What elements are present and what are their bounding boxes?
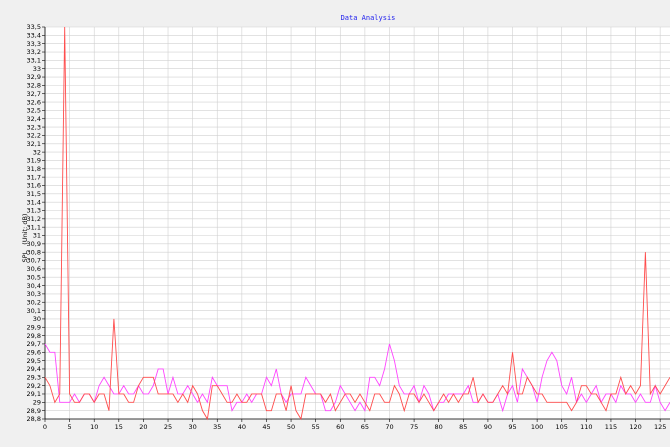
- x-tick-label: 15: [115, 423, 123, 431]
- y-tick-label: 30,3: [27, 290, 41, 298]
- y-tick-label: 32,9: [27, 73, 41, 81]
- y-tick-label: 30,6: [27, 265, 41, 273]
- y-tick-label: 32,3: [27, 123, 41, 131]
- plot-area: [45, 27, 670, 419]
- y-tick-label: 29,6: [27, 348, 41, 356]
- y-tick-label: 33,5: [27, 23, 41, 31]
- y-tick-label: 28,8: [27, 415, 41, 423]
- y-tick-label: 31,8: [27, 165, 41, 173]
- y-tick-label: 28,9: [27, 407, 41, 415]
- y-tick-label: 29,7: [27, 340, 41, 348]
- y-tick-label: 32,8: [27, 82, 41, 90]
- x-tick-label: 110: [580, 423, 592, 431]
- x-tick-label: 125: [654, 423, 666, 431]
- x-tick-label: 50: [287, 423, 295, 431]
- x-tick-label: 25: [164, 423, 172, 431]
- x-tick-label: 95: [508, 423, 516, 431]
- y-tick-label: 30,2: [27, 298, 41, 306]
- x-tick-label: 55: [312, 423, 320, 431]
- y-tick-label: 29,8: [27, 332, 41, 340]
- y-tick-label: 29,3: [27, 373, 41, 381]
- y-tick-label: 31: [33, 232, 41, 240]
- y-tick-label: 30,9: [27, 240, 41, 248]
- y-tick-label: 32: [33, 148, 41, 156]
- x-tick-label: 90: [484, 423, 492, 431]
- y-tick-label: 30: [33, 315, 41, 323]
- line-chart: Data Analysis SPL (Unit: dB) 28,828,9292…: [0, 0, 670, 447]
- x-tick-label: 100: [531, 423, 543, 431]
- chart-container: Data Analysis SPL (Unit: dB) 28,8 28,9 29 2…: [0, 0, 670, 447]
- y-tick-label: 30,1: [27, 307, 41, 315]
- y-tick-label: 30,8: [27, 248, 41, 256]
- y-tick-label: 30,5: [27, 273, 41, 281]
- y-tick-label: 31,4: [27, 198, 41, 206]
- y-tick-label: 32,2: [27, 132, 41, 140]
- x-tick-label: 5: [68, 423, 72, 431]
- x-tick-label: 10: [90, 423, 98, 431]
- y-tick-label: 29,2: [27, 382, 41, 390]
- y-tick-label: 32,5: [27, 107, 41, 115]
- y-tick-label: 32,7: [27, 90, 41, 98]
- y-tick-label: 33,3: [27, 40, 41, 48]
- y-tick-label: 33,1: [27, 57, 41, 65]
- y-tick-label: 32,4: [27, 115, 41, 123]
- x-tick-label: 60: [336, 423, 344, 431]
- x-tick-label: 45: [262, 423, 270, 431]
- x-tick-label: 20: [139, 423, 147, 431]
- y-tick-label: 33,4: [27, 32, 41, 40]
- y-tick-label: 32,1: [27, 140, 41, 148]
- x-tick-label: 70: [385, 423, 393, 431]
- y-tick-label: 29,1: [27, 390, 41, 398]
- x-tick-label: 115: [605, 423, 617, 431]
- y-tick-label: 30,4: [27, 282, 41, 290]
- x-tick-label: 85: [459, 423, 467, 431]
- x-tick-label: 30: [188, 423, 196, 431]
- y-tick-label: 29: [33, 399, 41, 407]
- x-tick-label: 120: [629, 423, 641, 431]
- x-tick-label: 80: [435, 423, 443, 431]
- y-tick-label: 31,1: [27, 223, 41, 231]
- y-tick-label: 31,5: [27, 190, 41, 198]
- y-tick-label: 31,7: [27, 173, 41, 181]
- chart-title: Data Analysis: [341, 14, 396, 22]
- y-tick-label: 29,5: [27, 357, 41, 365]
- y-tick-label: 31,9: [27, 157, 41, 165]
- x-tick-label: 75: [410, 423, 418, 431]
- y-tick-label: 32,6: [27, 98, 41, 106]
- y-tick-label: 29,9: [27, 323, 41, 331]
- y-tick-label: 31,2: [27, 215, 41, 223]
- y-tick-label: 29,4: [27, 365, 41, 373]
- y-tick-label: 33: [33, 65, 41, 73]
- y-tick-label: 31,3: [27, 207, 41, 215]
- x-tick-label: 105: [556, 423, 568, 431]
- y-tick-label: 30,7: [27, 257, 41, 265]
- x-tick-label: 40: [238, 423, 246, 431]
- y-tick-label: 33,2: [27, 48, 41, 56]
- x-tick-label: 35: [213, 423, 221, 431]
- x-tick-label: 0: [43, 423, 47, 431]
- x-tick-label: 65: [361, 423, 369, 431]
- y-tick-label: 31,6: [27, 182, 41, 190]
